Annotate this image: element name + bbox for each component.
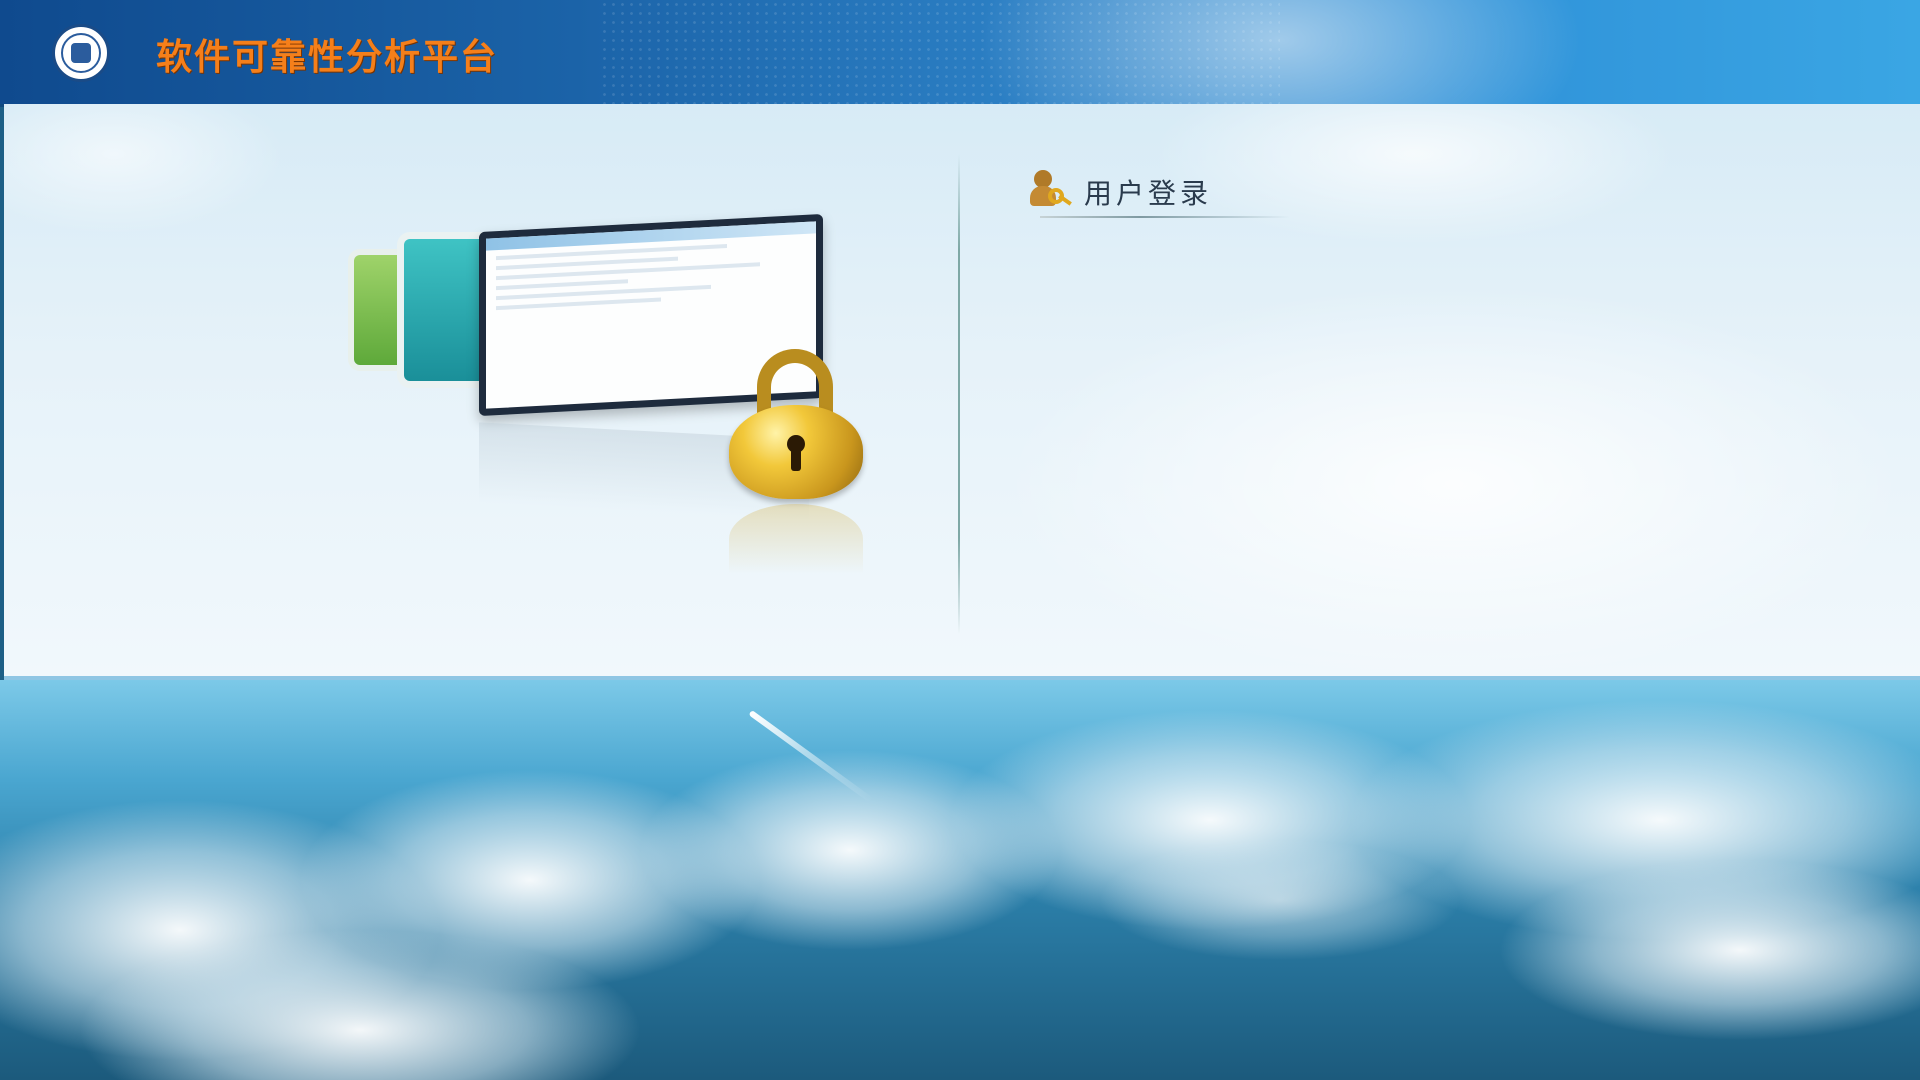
university-seal-icon — [52, 24, 110, 82]
header-bar: 软件可靠性分析平台 — [0, 0, 1920, 107]
login-title: 用户登录 — [1084, 177, 1213, 210]
login-panel: 用户登录 — [4, 104, 1920, 680]
app-title: 软件可靠性分析平台 — [156, 37, 499, 78]
security-illustration — [334, 199, 874, 676]
padlock-reflection — [729, 504, 863, 574]
user-key-icon — [1030, 168, 1072, 208]
sky-background — [0, 680, 1920, 1080]
padlock-icon — [729, 349, 869, 499]
login-title-underline — [1040, 216, 1290, 218]
panel-divider — [958, 154, 960, 634]
login-header: 用户登录 — [1030, 166, 1290, 226]
header-globe-glow — [980, 0, 1580, 104]
